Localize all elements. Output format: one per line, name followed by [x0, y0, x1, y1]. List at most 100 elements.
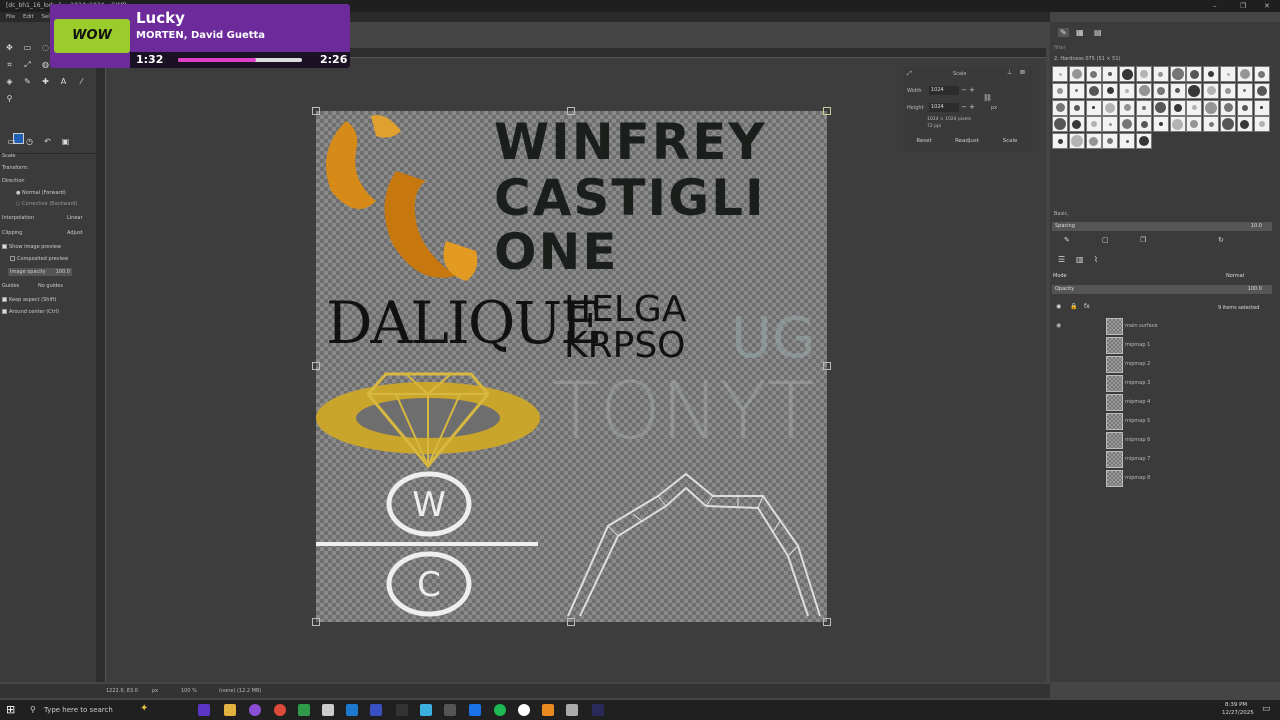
app-icon[interactable]: [396, 704, 408, 716]
brush-swatch[interactable]: [1102, 66, 1119, 82]
brush-swatch[interactable]: [1085, 82, 1102, 99]
vertical-ruler[interactable]: [96, 58, 106, 682]
minimize-button[interactable]: –: [1213, 0, 1217, 12]
brush-swatch[interactable]: [1152, 66, 1169, 82]
file-explorer-icon[interactable]: [224, 704, 236, 716]
brush-swatch[interactable]: [1220, 99, 1236, 116]
brush-swatch[interactable]: [1186, 99, 1203, 116]
composited-preview-checkbox[interactable]: Composited preview: [10, 256, 68, 262]
app-icon[interactable]: [566, 704, 578, 716]
device-status-tab-icon[interactable]: ◷: [24, 136, 35, 147]
bucket-tool-icon[interactable]: ◈: [4, 76, 15, 87]
app-icon[interactable]: [298, 704, 310, 716]
brush-swatch[interactable]: [1152, 99, 1169, 116]
brush-swatch[interactable]: [1203, 99, 1220, 116]
brushes-tab-icon[interactable]: ✎: [1058, 28, 1069, 37]
direction-normal-radio[interactable]: ● Normal (Forward): [16, 190, 66, 196]
app-icon[interactable]: [249, 704, 261, 716]
brush-swatch[interactable]: [1169, 116, 1186, 133]
transform-handle-bottom[interactable]: [567, 618, 575, 626]
app-icon[interactable]: [469, 704, 481, 716]
transform-handle-top[interactable]: [567, 107, 575, 115]
app-icon[interactable]: [592, 704, 604, 716]
pin-icon[interactable]: ⊥: [1007, 69, 1012, 76]
transform-handle-bottom-right[interactable]: [823, 618, 831, 626]
width-input[interactable]: 1024: [929, 86, 959, 95]
close-dialog-icon[interactable]: ⊠: [1020, 69, 1025, 76]
scale-tool-icon[interactable]: ⤢: [22, 59, 33, 70]
fonts-tab-icon[interactable]: ▤: [1094, 28, 1102, 37]
rect-select-tool-icon[interactable]: ▭: [22, 42, 33, 53]
lock-icon[interactable]: 🔒: [1070, 303, 1077, 310]
layer-row[interactable]: mipmap 1: [1050, 336, 1280, 355]
show-preview-checkbox[interactable]: Show image preview: [2, 244, 61, 250]
app-icon[interactable]: [518, 704, 530, 716]
chain-link-icon[interactable]: ⛓: [983, 94, 992, 102]
menu-edit[interactable]: Edit: [23, 14, 34, 20]
zoom-tool-icon[interactable]: ⚲: [4, 93, 15, 104]
brush-swatch[interactable]: [1068, 82, 1085, 99]
paths-tab-icon[interactable]: ⌇: [1094, 255, 1098, 264]
brush-swatch[interactable]: [1186, 116, 1203, 133]
copilot-icon[interactable]: ✦: [140, 703, 148, 714]
brush-swatch[interactable]: [1203, 66, 1220, 82]
brush-swatch[interactable]: [1236, 82, 1253, 99]
spacing-slider[interactable]: Spacing 10.0: [1052, 222, 1272, 231]
layer-mode-select[interactable]: Normal: [1226, 273, 1244, 279]
clock-time[interactable]: 8:39 PM: [1225, 702, 1247, 708]
move-tool-icon[interactable]: ✥: [4, 42, 15, 53]
brush-swatch[interactable]: [1169, 99, 1186, 116]
brush-swatch[interactable]: [1052, 116, 1068, 133]
transform-handle-bottom-left[interactable]: [312, 618, 320, 626]
brush-swatch[interactable]: [1085, 133, 1102, 150]
visual-studio-icon[interactable]: [370, 704, 382, 716]
brush-swatch[interactable]: [1253, 99, 1270, 116]
layer-row[interactable]: mipmap 6: [1050, 431, 1280, 450]
brush-swatch[interactable]: [1169, 82, 1186, 99]
brush-swatch[interactable]: [1186, 82, 1203, 99]
layer-row[interactable]: mipmap 8: [1050, 469, 1280, 488]
brush-swatch[interactable]: [1220, 66, 1236, 82]
height-stepper[interactable]: − +: [961, 103, 975, 111]
image-opacity-slider[interactable]: Image opacity 100.0: [8, 268, 72, 276]
menu-file[interactable]: File: [6, 14, 15, 20]
brush-swatch[interactable]: [1236, 99, 1253, 116]
keep-aspect-checkbox[interactable]: Keep aspect (Shift): [2, 297, 56, 303]
layers-tab-icon[interactable]: ☰: [1058, 255, 1065, 264]
duplicate-brush-icon[interactable]: ❐: [1140, 236, 1146, 244]
layer-row[interactable]: ◉ main surface: [1050, 317, 1280, 336]
brush-swatch[interactable]: [1253, 116, 1270, 133]
brush-swatch[interactable]: [1136, 82, 1152, 99]
paths-tool-icon[interactable]: ✎: [22, 76, 33, 87]
app-icon[interactable]: [420, 704, 432, 716]
brush-swatch[interactable]: [1236, 66, 1253, 82]
brush-swatch[interactable]: [1136, 133, 1152, 150]
brush-swatch[interactable]: [1119, 99, 1136, 116]
brush-swatch[interactable]: [1119, 82, 1136, 99]
transform-handle-top-left[interactable]: [312, 107, 320, 115]
brush-swatch[interactable]: [1136, 116, 1152, 133]
channels-tab-icon[interactable]: ▥: [1076, 255, 1084, 264]
interpolation-select[interactable]: Linear: [67, 215, 83, 221]
brush-swatch[interactable]: [1085, 99, 1102, 116]
around-center-checkbox[interactable]: Around center (Ctrl): [2, 309, 59, 315]
brush-swatch[interactable]: [1236, 116, 1253, 133]
brush-swatch[interactable]: [1052, 82, 1068, 99]
undo-history-tab-icon[interactable]: ↶: [42, 136, 53, 147]
transform-handle-top-right[interactable]: [823, 107, 831, 115]
brush-swatch[interactable]: [1136, 66, 1152, 82]
clipping-select[interactable]: Adjust: [67, 230, 83, 236]
unit-select[interactable]: px: [991, 105, 997, 111]
unit-select[interactable]: px: [152, 684, 158, 698]
layer-row[interactable]: mipmap 4: [1050, 393, 1280, 412]
layer-opacity-slider[interactable]: Opacity 100.0: [1052, 285, 1272, 294]
layer-row[interactable]: mipmap 7: [1050, 450, 1280, 469]
brush-swatch[interactable]: [1152, 116, 1169, 133]
brush-swatch[interactable]: [1220, 116, 1236, 133]
brush-swatch[interactable]: [1102, 99, 1119, 116]
taskbar-search-input[interactable]: Type here to search: [44, 706, 113, 714]
brush-swatch[interactable]: [1220, 82, 1236, 99]
brush-swatch[interactable]: [1119, 116, 1136, 133]
refresh-brushes-icon[interactable]: ↻: [1218, 236, 1224, 244]
brush-swatch[interactable]: [1203, 82, 1220, 99]
